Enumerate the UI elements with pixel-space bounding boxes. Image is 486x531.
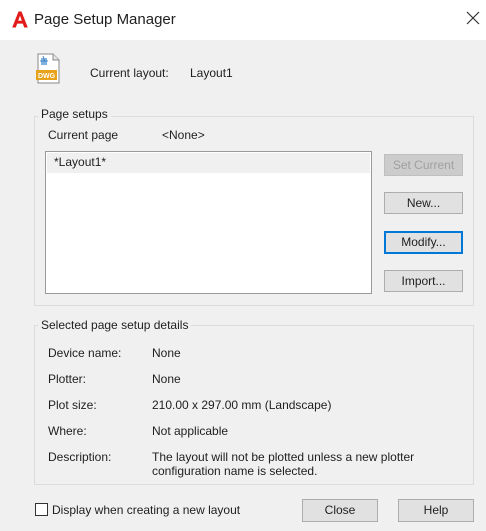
autocad-logo-icon [12,11,28,28]
plot-size-label: Plot size: [48,398,97,412]
page-setups-list[interactable]: *Layout1* [45,151,372,294]
current-page-value: <None> [162,128,205,142]
plotter-value: None [152,372,181,386]
current-layout-value: Layout1 [190,66,233,80]
display-when-creating-checkbox[interactable] [35,503,48,516]
where-value: Not applicable [152,424,229,438]
display-when-creating-label[interactable]: Display when creating a new layout [52,503,240,517]
page-setups-legend: Page setups [38,107,111,121]
details-legend: Selected page setup details [38,318,192,332]
close-button[interactable]: Close [302,499,378,522]
current-layout-label: Current layout: [90,66,169,80]
where-label: Where: [48,424,87,438]
help-button[interactable]: Help [398,499,474,522]
close-icon[interactable] [465,10,481,26]
description-value-line2: configuration name is selected. [152,464,318,478]
window-title: Page Setup Manager [34,11,176,28]
new-button[interactable]: New... [384,192,463,214]
list-item[interactable]: *Layout1* [47,153,370,173]
description-label: Description: [48,450,112,464]
description-value-line1: The layout will not be plotted unless a … [152,450,415,464]
set-current-button[interactable]: Set Current [384,154,463,176]
device-name-value: None [152,346,181,360]
import-button[interactable]: Import... [384,270,463,292]
svg-text:DWG: DWG [38,73,56,80]
plotter-label: Plotter: [48,372,87,386]
title-bar: Page Setup Manager [0,0,486,40]
dwg-file-icon: DWG [36,53,61,84]
current-page-label: Current page [48,128,119,142]
plot-size-value: 210.00 x 297.00 mm (Landscape) [152,398,332,412]
modify-button[interactable]: Modify... [384,231,463,254]
device-name-label: Device name: [48,346,122,360]
